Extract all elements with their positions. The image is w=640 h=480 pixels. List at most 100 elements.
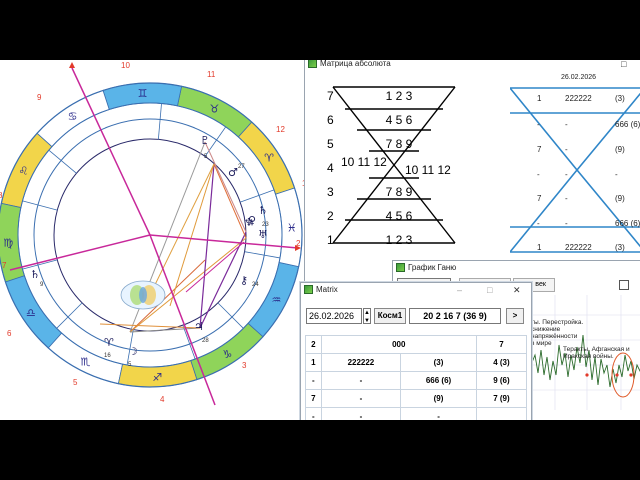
planet-glyph: ♄ (258, 204, 268, 217)
table-cell: 000 (320, 335, 477, 354)
right-cell: - (565, 120, 568, 129)
table-row: 7- (9) 7 (9) (305, 389, 528, 408)
house-number: 12 (276, 125, 285, 134)
readout-field: 20 2 16 7 (36 9) (409, 308, 501, 324)
matrix-titlebar[interactable]: Matrix – □ ✕ (301, 283, 531, 297)
house-number: 3 (242, 361, 247, 370)
row-number: 4 (327, 161, 334, 175)
zodiac-glyph: ♊ (138, 87, 148, 100)
desktop-area: 101112123456789 ♈♉♊♋♌♍♎♏♐♑♒♓ ♇5♂27♀23♄♅♆… (0, 60, 640, 420)
right-cell: 666 (6) (615, 219, 640, 228)
zodiac-glyph: ♋ (68, 110, 78, 123)
zodiac-glyph: ♎ (26, 306, 36, 319)
annotation-line: снижение (531, 326, 561, 333)
chart-logo (120, 280, 166, 310)
row-digits-right: 10 11 12 (405, 163, 451, 177)
date-input[interactable]: 26.02.2026 (306, 308, 362, 324)
matrix-absolute-titlebar[interactable]: Матрица абсолюта □ (305, 60, 640, 71)
right-cell: 1 (537, 94, 542, 103)
house-number: 7 (2, 261, 7, 270)
table-cell: 7 (475, 335, 528, 354)
row-number: 1 (327, 233, 334, 247)
table-cell: 222222 (320, 353, 402, 372)
house-number: 10 (121, 61, 130, 70)
planet-glyph: ♆ (244, 216, 254, 229)
planet-degree: 27 (238, 164, 245, 170)
gann-titlebar[interactable]: График Ганю (393, 261, 640, 275)
maximize-button[interactable]: □ (621, 60, 626, 71)
planet-glyph: ♅ (258, 228, 268, 241)
table-cell: 1 (305, 353, 322, 372)
zodiac-glyph: ♒ (272, 293, 282, 306)
gann-annotation-perestroika: ты. Перестройка. снижение напряжённости в м… (531, 319, 583, 347)
table-cell: 2 (305, 335, 322, 354)
next-button[interactable]: > (506, 308, 524, 324)
table-cell: 7 (305, 389, 322, 408)
planet-glyph: ♈ (104, 336, 114, 349)
date-spinner[interactable]: ▲ ▼ (363, 308, 371, 324)
annotation-line: Теракты, Афганская и (563, 346, 630, 353)
annotation-line: Иракская войны. (563, 353, 614, 360)
minimize-button[interactable]: – (457, 283, 462, 297)
right-hourglass-diagram (510, 87, 640, 253)
right-cell: (9) (615, 145, 625, 154)
table-cell: 9 (6) (475, 371, 528, 390)
row-digits: 4 5 6 (385, 209, 413, 223)
house-number: 9 (37, 93, 42, 102)
annotation-line: напряжённости (531, 333, 578, 340)
kosm-button[interactable]: Косм1 (374, 308, 406, 324)
planet-glyph: ☽ (128, 345, 138, 358)
row-digits: 7 8 9 (385, 185, 413, 199)
table-row: 2 000 7 (305, 335, 528, 354)
table-row: - -666 (6) 9 (6) (305, 371, 528, 390)
right-cell: - (537, 170, 540, 179)
planet-glyph: ♂ (228, 166, 238, 179)
matrix-date: 26.02.2026 (561, 74, 597, 81)
maximize-button[interactable]: □ (487, 283, 492, 297)
close-button[interactable]: ✕ (513, 283, 521, 297)
row-digits: 7 8 9 (385, 137, 413, 151)
zodiac-glyph: ♏ (81, 356, 91, 369)
table-cell: (9) (400, 389, 477, 408)
app-icon (304, 285, 313, 295)
house-number: 4 (160, 395, 165, 404)
house-number: 6 (7, 329, 12, 338)
row-digits: 4 5 6 (385, 113, 413, 127)
right-cell: - (565, 194, 568, 203)
table-cell: - (320, 407, 402, 420)
table-cell: - (305, 371, 322, 390)
right-cell: 7 (537, 145, 542, 154)
row-number: 6 (327, 113, 334, 127)
planet-degree: 16 (104, 353, 111, 359)
right-cell: (3) (615, 94, 625, 103)
natal-chart: 101112123456789 ♈♉♊♋♌♍♎♏♐♑♒♓ ♇5♂27♀23♄♅♆… (0, 61, 307, 406)
right-cell: 222222 (565, 94, 592, 103)
zodiac-glyph: ♓ (287, 222, 297, 235)
zodiac-glyph: ♐ (152, 371, 162, 384)
row-digits: 1 2 3 (385, 233, 413, 247)
row-digits: 1 2 3 (385, 89, 413, 103)
row-number: 2 (327, 209, 334, 223)
right-cell: - (537, 219, 540, 228)
house-number: 5 (73, 378, 78, 387)
right-cell: (3) (615, 243, 625, 252)
matrix-window[interactable]: Matrix – □ ✕ 26.02.2026 ▲ ▼ Косм1 20 2 16… (300, 282, 532, 420)
right-cell: 666 (6) (615, 120, 640, 129)
row-number: 7 (327, 89, 334, 103)
matrix-absolute-title: Матрица абсолюта (320, 60, 391, 68)
zodiac-glyph: ♈ (264, 152, 274, 165)
table-cell: 7 (9) (475, 389, 528, 408)
table-row: 1 222222 (3) 4 (3) (305, 353, 528, 372)
table-cell: 666 (6) (400, 371, 477, 390)
right-cell: - (537, 120, 540, 129)
gann-checkbox[interactable] (619, 280, 629, 290)
zodiac-glyph: ♌ (18, 165, 28, 178)
planet-glyph: ⚷ (240, 274, 248, 287)
planet-degree: 24 (252, 282, 259, 288)
gann-title: График Ганю (408, 263, 457, 272)
right-cell: (9) (615, 194, 625, 203)
house-number: 2 (296, 239, 301, 248)
row-digits-left: 10 11 12 (341, 155, 387, 169)
zodiac-glyph: ♍ (3, 236, 13, 249)
table-cell: - (320, 389, 402, 408)
